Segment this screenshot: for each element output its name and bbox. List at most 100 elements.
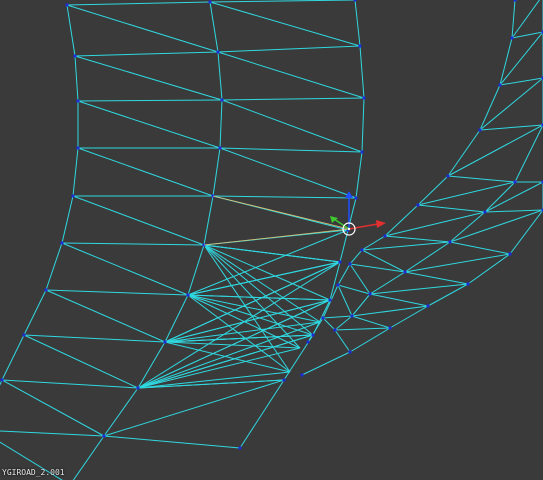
mesh-edge[interactable] — [361, 97, 365, 153]
mesh-vertex[interactable] — [348, 262, 352, 266]
mesh-edge[interactable] — [77, 99, 223, 102]
mesh-edge[interactable] — [72, 195, 205, 246]
mesh-vertex[interactable] — [483, 210, 487, 214]
mesh-vertices[interactable] — [0, 0, 543, 450]
mesh-vertex[interactable] — [358, 44, 362, 48]
mesh-edge[interactable] — [447, 175, 516, 183]
mesh-edge[interactable] — [484, 181, 516, 213]
mesh-edge[interactable] — [511, 0, 543, 39]
mesh-edge[interactable] — [404, 271, 469, 285]
mesh-edge[interactable] — [351, 305, 429, 317]
mesh-edge[interactable] — [467, 253, 511, 285]
mesh-edge[interactable] — [384, 235, 451, 243]
mesh-vertex[interactable] — [65, 3, 69, 7]
mesh-vertex[interactable] — [333, 328, 337, 332]
mesh-vertex[interactable] — [498, 83, 502, 87]
mesh-edge[interactable] — [509, 209, 543, 255]
mesh-edge[interactable] — [447, 124, 543, 177]
mesh-vertex[interactable] — [350, 314, 354, 318]
gizmo-x-arrow[interactable] — [376, 220, 386, 228]
mesh-edge[interactable] — [479, 124, 543, 131]
mesh-edge[interactable] — [45, 242, 63, 291]
mesh-edge[interactable] — [187, 261, 341, 296]
mesh-edge[interactable] — [209, 1, 219, 53]
mesh-edge[interactable] — [187, 244, 205, 296]
mesh-edge[interactable] — [334, 329, 351, 353]
mesh-vertex[interactable] — [282, 378, 286, 382]
mesh-edge[interactable] — [103, 379, 285, 437]
mesh-edge[interactable] — [0, 430, 105, 437]
mesh-edge[interactable] — [217, 51, 223, 101]
mesh-edge[interactable] — [449, 209, 543, 243]
mesh-edge[interactable] — [389, 305, 429, 329]
mesh-edge[interactable] — [66, 4, 76, 57]
mesh-vertex[interactable] — [416, 203, 420, 207]
mesh-vertex[interactable] — [22, 333, 26, 337]
mesh-edge[interactable] — [301, 351, 351, 376]
mesh-edge[interactable] — [203, 244, 314, 336]
mesh-edge[interactable] — [354, 0, 361, 47]
mesh-vertex[interactable] — [76, 99, 80, 103]
mesh-vertex[interactable] — [383, 234, 387, 238]
mesh-edge[interactable] — [209, 0, 356, 3]
mesh-vertex[interactable] — [73, 54, 77, 58]
mesh-edge[interactable] — [322, 315, 353, 319]
mesh-vertex[interactable] — [360, 248, 364, 252]
mesh-vertex[interactable] — [368, 292, 372, 296]
mesh-vertex[interactable] — [311, 333, 315, 337]
mesh-edge[interactable] — [66, 4, 219, 53]
mesh-edge[interactable] — [45, 289, 189, 296]
mesh-edge[interactable] — [45, 289, 166, 343]
mesh-edge[interactable] — [23, 334, 139, 389]
mesh-vertex[interactable] — [220, 98, 224, 102]
mesh-edge[interactable] — [511, 0, 516, 39]
mesh-edge[interactable] — [103, 387, 139, 437]
mesh-vertex[interactable] — [306, 340, 310, 344]
mesh-edge[interactable] — [137, 261, 341, 389]
mesh-edge[interactable] — [66, 1, 211, 6]
mesh-vertex[interactable] — [508, 252, 512, 256]
mesh-vertex[interactable] — [186, 293, 190, 297]
gizmo-y-arrow[interactable] — [330, 216, 338, 223]
mesh-vertex[interactable] — [510, 36, 514, 40]
mesh-edge[interactable] — [74, 55, 223, 101]
mesh-edge[interactable] — [70, 435, 105, 480]
mesh-edge[interactable] — [479, 77, 543, 131]
mesh-edge[interactable] — [217, 45, 361, 53]
mesh-vertex[interactable] — [446, 174, 450, 178]
mesh-edge[interactable] — [417, 175, 449, 206]
mesh-edge[interactable] — [334, 315, 353, 331]
mesh-edge[interactable] — [61, 242, 189, 296]
mesh-edges[interactable] — [0, 0, 543, 480]
mesh-vertex[interactable] — [336, 283, 340, 287]
mesh-vertex[interactable] — [360, 150, 364, 154]
mesh-vertex[interactable] — [300, 373, 304, 377]
3d-viewport[interactable]: YGIROAD_2.001 — [0, 0, 543, 480]
mesh-vertex[interactable] — [348, 350, 352, 354]
mesh-edge[interactable] — [164, 294, 189, 343]
mesh-edge[interactable] — [355, 151, 363, 199]
mesh-edge[interactable] — [1, 379, 139, 389]
mesh-edge[interactable] — [187, 229, 349, 296]
mesh-edge[interactable] — [187, 294, 291, 373]
mesh-edge[interactable] — [164, 321, 321, 343]
mesh-vertex[interactable] — [513, 180, 517, 184]
mesh-edge[interactable] — [417, 204, 486, 213]
mesh-edge[interactable] — [349, 249, 363, 265]
mesh-edge[interactable] — [217, 51, 365, 99]
mesh-vertex[interactable] — [478, 128, 482, 132]
mesh-edge[interactable] — [1, 334, 25, 381]
mesh-vertex[interactable] — [208, 0, 212, 4]
mesh-vertex[interactable] — [403, 270, 407, 274]
mesh-edge[interactable] — [447, 129, 481, 177]
mesh-vertex[interactable] — [0, 378, 4, 382]
mesh-edge[interactable] — [221, 97, 365, 101]
mesh-edge[interactable] — [61, 242, 205, 246]
mesh-vertex[interactable] — [426, 304, 430, 308]
mesh-edge[interactable] — [322, 317, 336, 331]
mesh-edge[interactable] — [209, 1, 361, 47]
mesh-edge[interactable] — [212, 147, 221, 197]
mesh-vertex[interactable] — [353, 0, 357, 2]
mesh-edge[interactable] — [484, 181, 543, 213]
mesh-edge[interactable] — [77, 147, 214, 197]
